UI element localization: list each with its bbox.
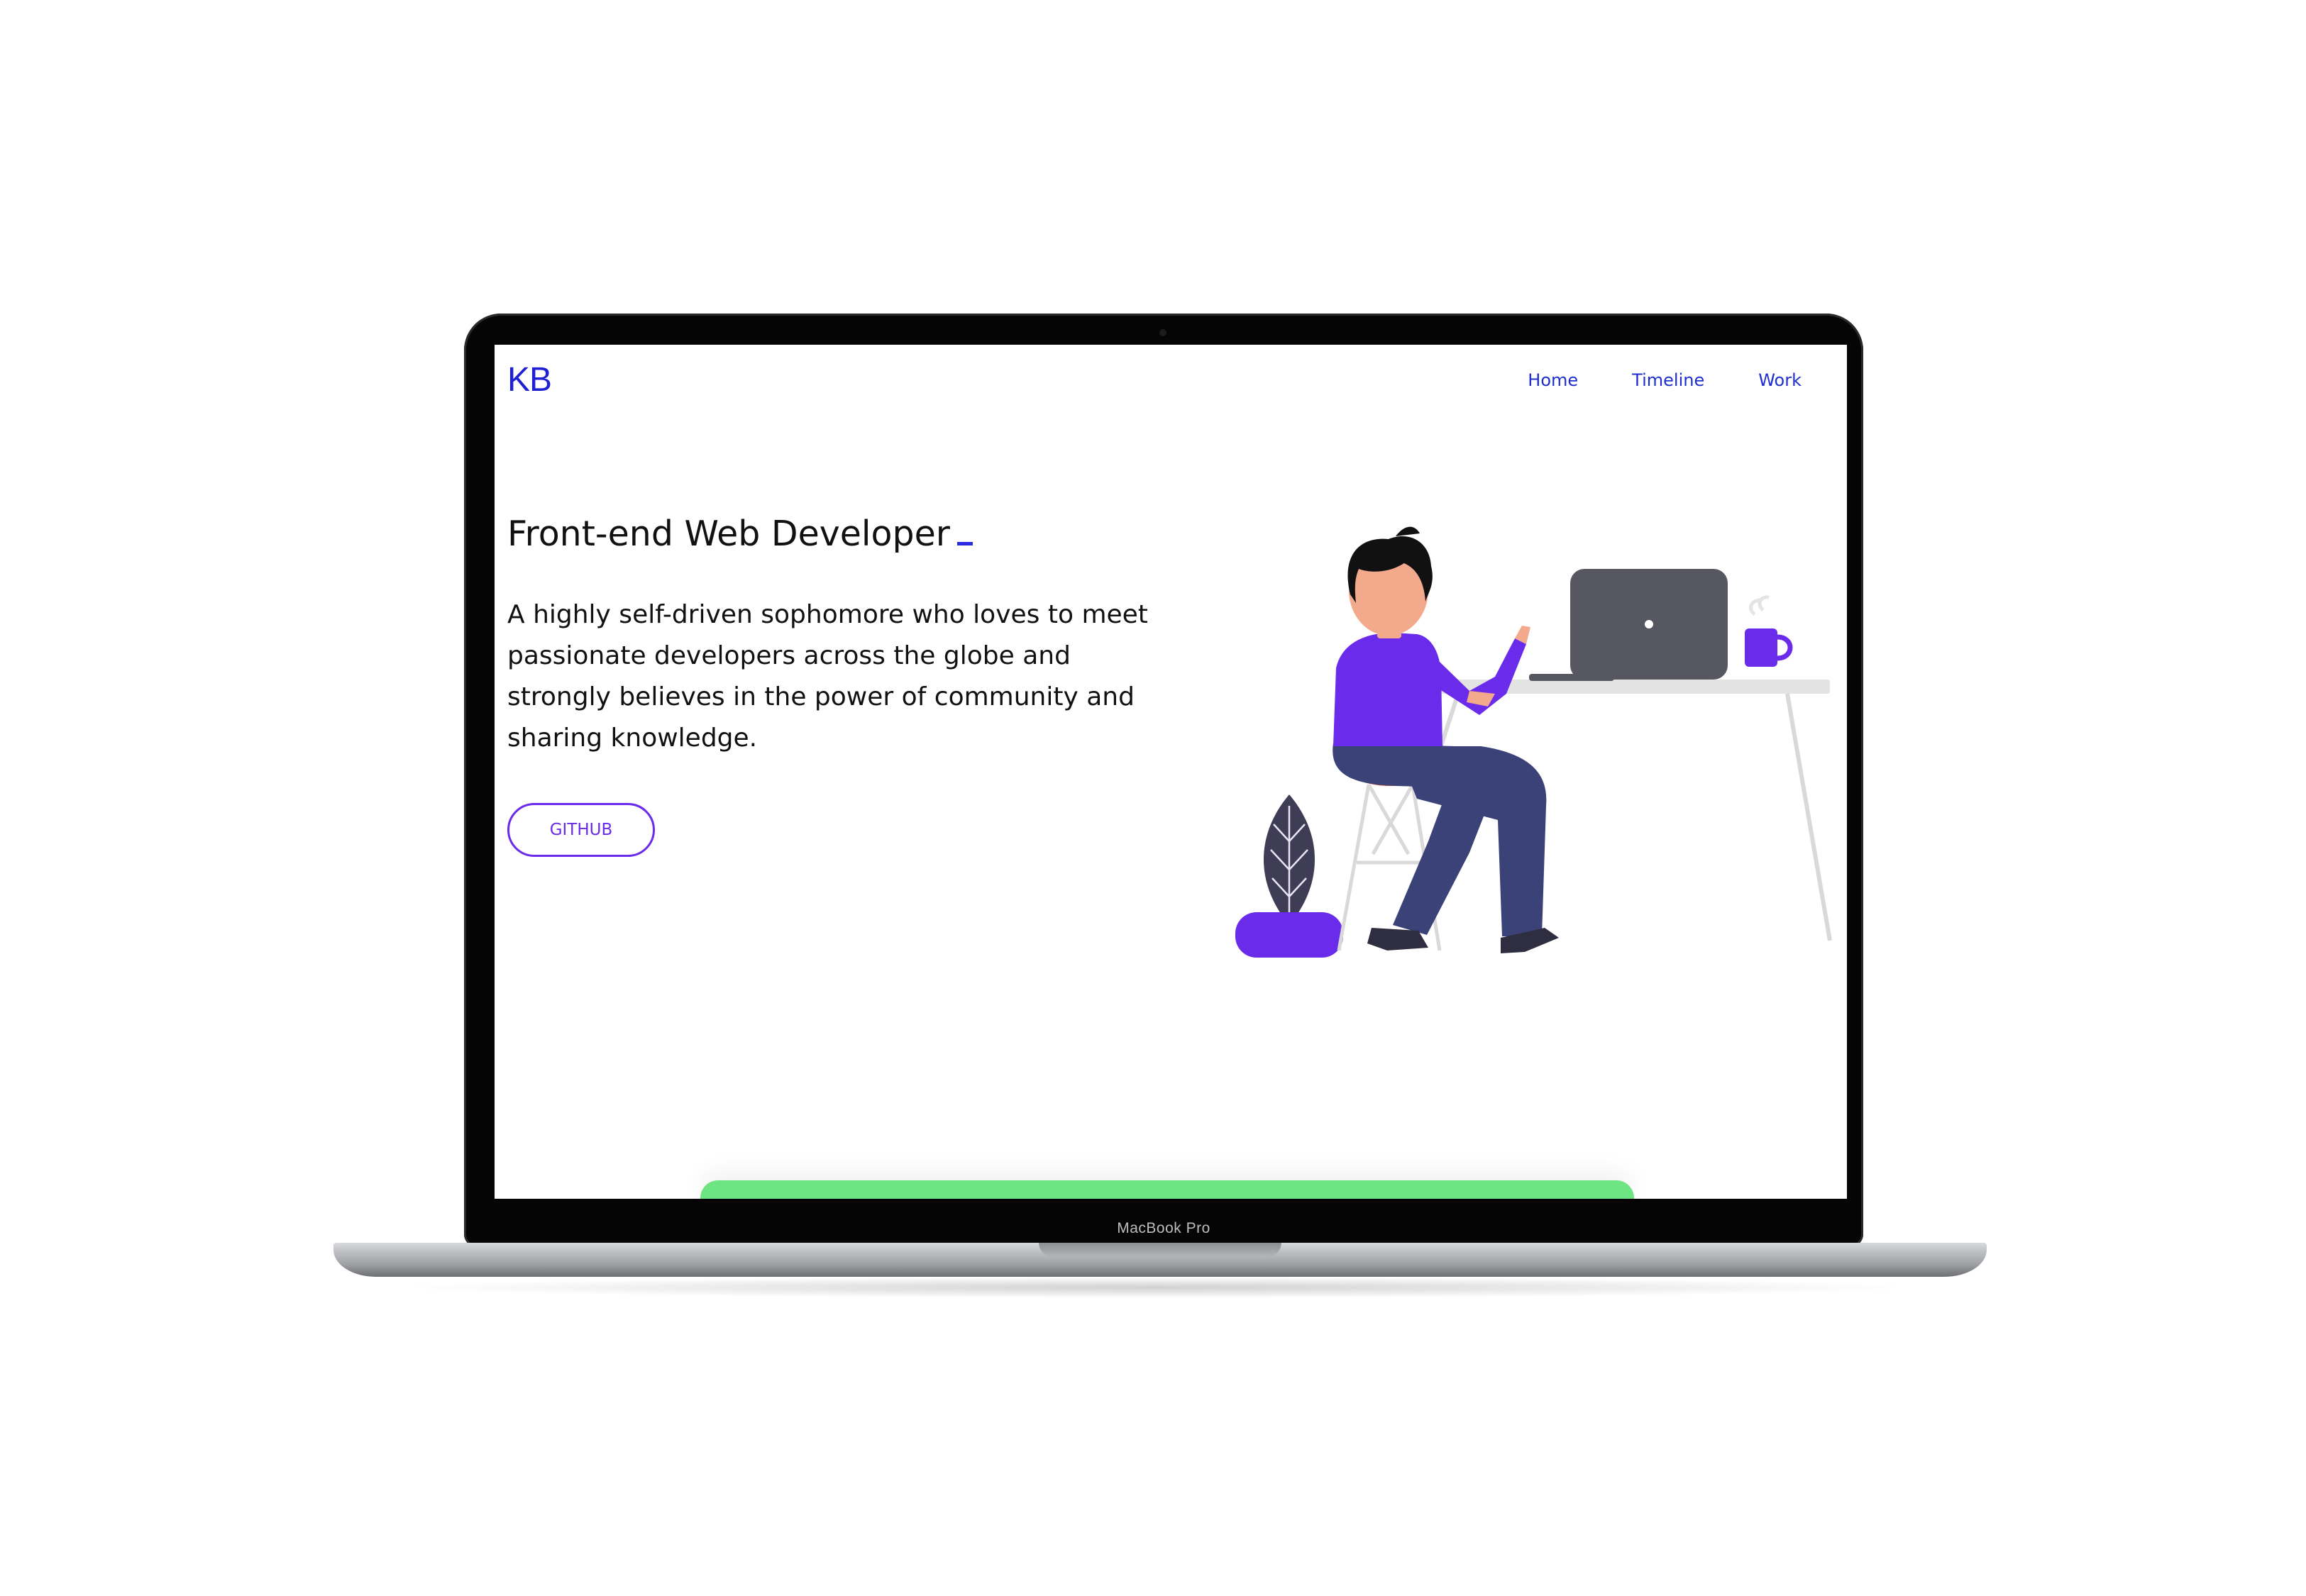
laptop-base <box>333 1243 1987 1277</box>
site-logo[interactable]: KB <box>507 360 552 399</box>
hero-title: Front-end Web Developer <box>507 514 973 554</box>
person-icon <box>1333 526 1559 953</box>
nav-link-home[interactable]: Home <box>1528 370 1578 390</box>
nav-link-timeline[interactable]: Timeline <box>1632 370 1704 390</box>
typing-cursor-icon <box>956 542 973 545</box>
laptop-icon <box>1529 569 1728 681</box>
laptop-shadow <box>397 1277 1916 1298</box>
mug-icon <box>1745 595 1793 667</box>
next-section-strip <box>700 1180 1634 1199</box>
camera-icon <box>1159 329 1166 336</box>
hero-description: A highly self-driven sophomore who loves… <box>507 600 1148 753</box>
github-button[interactable]: GITHUB <box>507 803 655 857</box>
plant-icon <box>1235 794 1343 958</box>
developer-at-desk-illustration <box>1235 526 1832 958</box>
nav-link-work[interactable]: Work <box>1758 370 1802 390</box>
hero-title-text: Front-end Web Developer <box>507 514 950 554</box>
device-label: MacBook Pro <box>1117 1220 1210 1236</box>
browser-viewport: KB Home Timeline Work Front-end Web Deve… <box>495 345 1847 1199</box>
laptop-base-notch <box>1039 1243 1281 1257</box>
main-nav: Home Timeline Work <box>1474 370 1802 390</box>
